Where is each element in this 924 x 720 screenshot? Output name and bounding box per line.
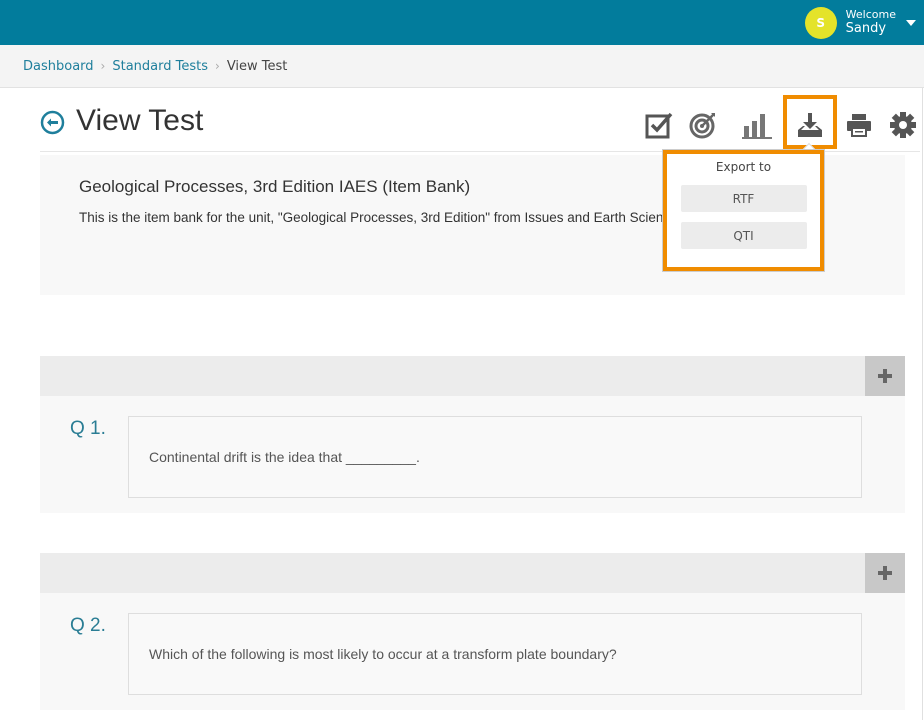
chevron-down-icon[interactable] [906, 19, 916, 26]
export-popover-title: Export to [715, 160, 772, 174]
export-popover: Export to RTF QTI [663, 150, 824, 271]
question-text: Which of the following is most likely to… [149, 646, 617, 662]
breadcrumb-dashboard[interactable]: Dashboard [23, 59, 94, 74]
welcome-label: Welcome [845, 8, 896, 22]
question-block: Q 1. Continental drift is the idea that … [40, 356, 905, 513]
breadcrumb-current: View Test [226, 58, 288, 74]
user-menu[interactable]: S Welcome Sandy [804, 0, 924, 45]
breadcrumb-standard-tests[interactable]: Standard Tests [112, 59, 208, 74]
export-qti-button[interactable]: QTI [680, 222, 807, 249]
download-icon[interactable] [794, 109, 826, 141]
scrollbar[interactable] [922, 88, 923, 720]
print-icon[interactable] [843, 109, 875, 141]
add-button[interactable] [865, 553, 905, 593]
circle-arrow-left-icon[interactable] [40, 110, 65, 135]
user-greeting[interactable]: Welcome Sandy [846, 8, 896, 37]
question-text: Continental drift is the idea that _____… [149, 449, 420, 465]
gear-icon[interactable] [887, 109, 919, 141]
target-icon[interactable] [687, 109, 719, 141]
user-name: Sandy [845, 21, 887, 37]
bar-chart-icon[interactable] [741, 109, 773, 141]
question-block: Q 2. Which of the following is most like… [40, 553, 905, 710]
avatar[interactable]: S [804, 6, 837, 39]
question-number: Q 1. [70, 418, 106, 439]
question-number: Q 2. [70, 615, 106, 636]
check-box-icon[interactable] [643, 109, 675, 141]
plus-icon [878, 369, 892, 383]
breadcrumb: Dashboard › Standard Tests › View Test [0, 45, 924, 88]
chevron-right-icon: › [100, 59, 106, 73]
plus-icon [878, 566, 892, 580]
question-body: Q 1. Continental drift is the idea that … [40, 396, 905, 513]
export-rtf-button[interactable]: RTF [680, 185, 807, 212]
page-title: View Test [76, 104, 204, 137]
add-button[interactable] [865, 356, 905, 396]
chevron-right-icon: › [215, 59, 220, 73]
question-body: Q 2. Which of the following is most like… [40, 593, 905, 710]
question-content[interactable]: Which of the following is most likely to… [128, 613, 862, 695]
question-header [40, 553, 905, 593]
top-nav-bar: S Welcome Sandy [0, 0, 924, 45]
test-title: Geological Processes, 3rd Edition IAES (… [79, 177, 471, 196]
question-content[interactable]: Continental drift is the idea that _____… [128, 416, 862, 498]
question-header [40, 356, 905, 396]
